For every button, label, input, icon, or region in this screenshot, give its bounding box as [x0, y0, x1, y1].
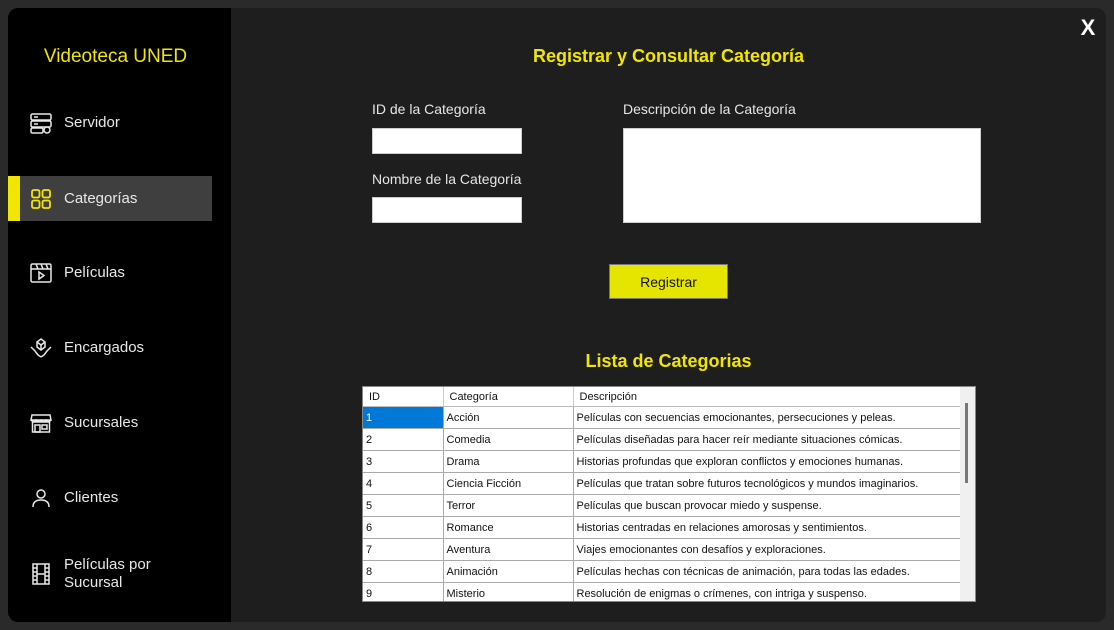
cell-id[interactable]: 1 [363, 406, 444, 429]
table-row[interactable]: 5 Terror Películas que buscan provocar m… [363, 494, 962, 517]
hands-box-icon [28, 335, 54, 361]
register-button[interactable]: Registrar [609, 264, 728, 299]
name-field[interactable] [372, 197, 522, 223]
cell-categoria[interactable]: Drama [443, 450, 574, 473]
table-row[interactable]: 6 Romance Historias centradas en relacio… [363, 516, 962, 539]
cell-categoria[interactable]: Animación [443, 560, 574, 583]
sidebar-item-label: Categorías [64, 189, 138, 207]
table-row[interactable]: 1 Acción Películas con secuencias emocio… [363, 406, 962, 429]
cell-categoria[interactable]: Misterio [443, 582, 574, 601]
cell-descripcion[interactable]: Películas diseñadas para hacer reír medi… [573, 428, 962, 451]
cell-categoria[interactable]: Acción [443, 406, 574, 429]
scrollbar-thumb[interactable] [965, 403, 968, 483]
app-window: Videoteca UNED Servidor Categorías Pelíc… [8, 8, 1106, 622]
cell-id[interactable]: 3 [363, 450, 444, 473]
list-title: Lista de Categorias [585, 351, 752, 371]
cell-descripcion[interactable]: Resolución de enigmas o crímenes, con in… [573, 582, 962, 601]
cell-descripcion[interactable]: Películas hechas con técnicas de animaci… [573, 560, 962, 583]
page-title: Registrar y Consultar Categoría [532, 46, 805, 66]
cell-categoria[interactable]: Ciencia Ficción [443, 472, 574, 495]
sidebar-item-label: Películas por Sucursal [64, 555, 151, 591]
id-field[interactable] [372, 128, 522, 154]
sidebar-item-peliculas-por-sucursal[interactable]: Películas por Sucursal [8, 551, 212, 596]
column-header-descripcion[interactable]: Descripción [573, 387, 962, 407]
cell-categoria[interactable]: Terror [443, 494, 574, 517]
column-header-categoria[interactable]: Categoría [443, 387, 574, 407]
cell-categoria[interactable]: Aventura [443, 538, 574, 561]
table-row[interactable]: 9 Misterio Resolución de enigmas o críme… [363, 582, 962, 601]
sidebar-item-encargados[interactable]: Encargados [8, 325, 212, 370]
close-button[interactable]: X [1076, 16, 1100, 40]
cell-id[interactable]: 8 [363, 560, 444, 583]
description-field[interactable] [623, 128, 981, 223]
table-row[interactable]: 8 Animación Películas hechas con técnica… [363, 560, 962, 583]
sidebar-item-clientes[interactable]: Clientes [8, 475, 212, 520]
sidebar-item-label: Películas [64, 263, 125, 281]
sidebar-item-categorias[interactable]: Categorías [8, 176, 212, 221]
film-strip-icon [28, 561, 54, 587]
cell-descripcion[interactable]: Historias centradas en relaciones amoros… [573, 516, 962, 539]
cell-id[interactable]: 6 [363, 516, 444, 539]
sidebar-item-label: Servidor [64, 113, 120, 131]
cell-descripcion[interactable]: Películas que tratan sobre futuros tecno… [573, 472, 962, 495]
sidebar: Videoteca UNED Servidor Categorías Pelíc… [8, 8, 231, 622]
cell-id[interactable]: 7 [363, 538, 444, 561]
cell-id[interactable]: 9 [363, 582, 444, 601]
sidebar-item-label: Clientes [64, 488, 119, 506]
categories-grid[interactable]: ID Categoría Descripción 1 Acción Pelícu… [362, 386, 976, 602]
cell-id[interactable]: 2 [363, 428, 444, 451]
description-label: Descripción de la Categoría [623, 101, 796, 117]
categories-table: ID Categoría Descripción 1 Acción Pelícu… [363, 387, 962, 601]
sidebar-item-label: Sucursales [64, 413, 139, 431]
column-header-id[interactable]: ID [363, 387, 444, 407]
sidebar-item-label: Encargados [64, 338, 145, 356]
sidebar-item-servidor[interactable]: Servidor [8, 100, 212, 145]
vertical-scrollbar[interactable] [960, 387, 975, 601]
clapperboard-icon [28, 260, 54, 286]
cell-categoria[interactable]: Comedia [443, 428, 574, 451]
cell-descripcion[interactable]: Películas que buscan provocar miedo y su… [573, 494, 962, 517]
id-label: ID de la Categoría [372, 101, 486, 117]
cell-id[interactable]: 5 [363, 494, 444, 517]
app-title: Videoteca UNED [43, 46, 188, 67]
cell-descripcion[interactable]: Viajes emocionantes con desafíos y explo… [573, 538, 962, 561]
cell-descripcion[interactable]: Historias profundas que exploran conflic… [573, 450, 962, 473]
user-icon [28, 485, 54, 511]
table-row[interactable]: 7 Aventura Viajes emocionantes con desaf… [363, 538, 962, 561]
grid-icon [28, 186, 54, 212]
table-header-row: ID Categoría Descripción [363, 387, 962, 407]
cell-descripcion[interactable]: Películas con secuencias emocionantes, p… [573, 406, 962, 429]
sidebar-item-peliculas[interactable]: Películas [8, 250, 212, 295]
server-icon [28, 110, 54, 136]
name-label: Nombre de la Categoría [372, 171, 522, 187]
cell-categoria[interactable]: Romance [443, 516, 574, 539]
table-row[interactable]: 4 Ciencia Ficción Películas que tratan s… [363, 472, 962, 495]
sidebar-item-sucursales[interactable]: Sucursales [8, 400, 212, 445]
table-row[interactable]: 3 Drama Historias profundas que exploran… [363, 450, 962, 473]
store-icon [28, 410, 54, 436]
table-row[interactable]: 2 Comedia Películas diseñadas para hacer… [363, 428, 962, 451]
cell-id[interactable]: 4 [363, 472, 444, 495]
